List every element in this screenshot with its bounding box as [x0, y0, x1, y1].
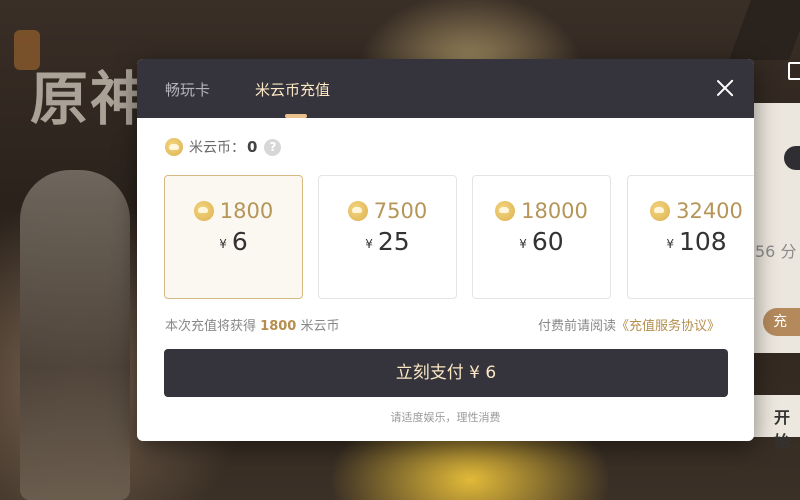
- package-price: ¥25: [319, 227, 456, 256]
- package-price: ¥6: [165, 227, 302, 256]
- package-coins: 32400: [628, 199, 754, 223]
- currency-symbol: ¥: [666, 237, 674, 251]
- close-icon[interactable]: [714, 77, 736, 99]
- service-agreement-link[interactable]: 《充值服务协议》: [616, 319, 720, 334]
- balance-value: 0: [247, 138, 258, 156]
- currency-symbol: ¥: [519, 237, 527, 251]
- game-logo: 原神: [30, 65, 151, 133]
- package-price-value: 60: [531, 227, 564, 256]
- footnote: 请适度娱乐，理性消费: [390, 411, 501, 424]
- recharge-modal: 畅玩卡 米云币充值 米云币： 0 ? 1800 ¥6 7500 ¥25 1800…: [137, 59, 754, 441]
- coin-icon: [495, 201, 516, 221]
- package-coin-amount: 18000: [521, 199, 588, 223]
- package-price-value: 108: [678, 227, 727, 256]
- agreement-notice: 付费前请阅读《充值服务协议》: [538, 315, 720, 334]
- currency-symbol: ¥: [219, 237, 227, 251]
- package-coins: 7500: [319, 199, 456, 223]
- package-coin-amount: 7500: [373, 199, 428, 223]
- package-price-value: 6: [231, 227, 248, 256]
- package-card-1800[interactable]: 1800 ¥6: [164, 175, 303, 299]
- gain-amount: 1800: [260, 319, 297, 334]
- roof-decoration: [729, 0, 800, 60]
- package-list: 1800 ¥6 7500 ¥25 18000 ¥60 32400 ¥ 108: [164, 175, 754, 301]
- gain-suffix: 米云币: [300, 319, 340, 334]
- gain-prefix: 本次充值将获得: [165, 319, 257, 334]
- side-recharge-button[interactable]: 充: [763, 308, 800, 336]
- pay-now-button[interactable]: 立刻支付 ¥ 6: [164, 349, 728, 397]
- coin-balance: 米云币： 0 ?: [165, 137, 282, 157]
- user-icon: [788, 62, 800, 80]
- gain-summary: 本次充值将获得 1800 米云币: [165, 315, 340, 334]
- package-price: ¥108: [628, 227, 754, 256]
- coin-icon: [347, 201, 368, 221]
- side-timer-text: 56 分: [755, 242, 797, 261]
- package-coin-amount: 32400: [676, 199, 743, 223]
- package-coins: 18000: [473, 199, 610, 223]
- character-illustration: [20, 170, 130, 500]
- tab-coin-recharge[interactable]: 米云币充值: [255, 79, 330, 100]
- package-card-18000[interactable]: 18000 ¥60: [472, 175, 611, 299]
- package-coin-amount: 1800: [219, 199, 274, 223]
- active-tab-indicator: [285, 114, 307, 118]
- package-price: ¥60: [473, 227, 610, 256]
- package-coins: 1800: [165, 199, 302, 223]
- help-icon[interactable]: ?: [264, 138, 282, 156]
- currency-symbol: ¥: [365, 237, 373, 251]
- agreement-prefix: 付费前请阅读: [537, 319, 616, 334]
- start-button[interactable]: 开始: [774, 404, 800, 452]
- package-card-7500[interactable]: 7500 ¥25: [318, 175, 457, 299]
- balance-label: 米云币：: [189, 140, 245, 156]
- coin-icon: [165, 138, 183, 156]
- coin-icon: [650, 201, 671, 221]
- modal-header: 畅玩卡 米云币充值: [137, 59, 754, 118]
- package-price-value: 25: [377, 227, 410, 256]
- package-card-32400[interactable]: 32400 ¥108: [627, 175, 754, 299]
- coin-icon: [193, 201, 214, 221]
- tab-play-card[interactable]: 畅玩卡: [165, 79, 210, 100]
